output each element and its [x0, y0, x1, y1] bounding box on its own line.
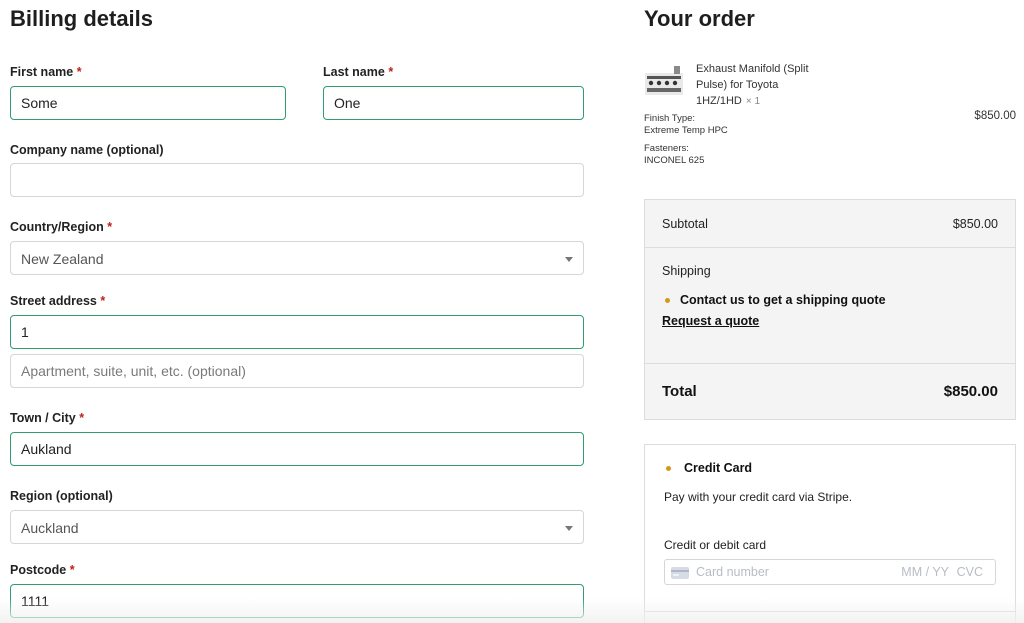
required-mark: *: [388, 65, 394, 79]
expiry-placeholder: MM / YY: [901, 565, 949, 579]
chevron-down-icon: [565, 257, 573, 262]
company-field[interactable]: [10, 163, 584, 197]
total-label: Total: [662, 383, 697, 400]
first-name-field[interactable]: [10, 86, 286, 120]
finish-type-value: Extreme Temp HPC: [644, 125, 728, 136]
billing-title: Billing details: [10, 6, 154, 31]
first-name-label: First name *: [10, 65, 82, 79]
country-label-text: Country/Region: [10, 220, 104, 234]
fasteners-label: Fasteners:: [644, 143, 689, 154]
shipping-message: Contact us to get a shipping quote: [680, 293, 886, 307]
order-totals-box: Subtotal $850.00 Shipping Contact us to …: [644, 199, 1016, 420]
divider: [645, 247, 1015, 248]
city-field[interactable]: [10, 432, 584, 466]
product-quantity: × 1: [745, 96, 761, 107]
order-title: Your order: [644, 6, 755, 31]
divider: [645, 363, 1015, 364]
last-name-field[interactable]: [323, 86, 584, 120]
postcode-label-text: Postcode: [10, 563, 67, 577]
first-name-label-text: First name: [10, 65, 74, 79]
street-input[interactable]: [11, 316, 583, 348]
divider: [645, 611, 1015, 612]
required-mark: *: [100, 294, 106, 308]
city-label-text: Town / City: [10, 411, 76, 425]
last-name-input[interactable]: [324, 87, 583, 119]
last-name-label-text: Last name: [323, 65, 385, 79]
country-label: Country/Region *: [10, 220, 112, 234]
apartment-field[interactable]: [10, 354, 584, 388]
credit-card-method-label[interactable]: Credit Card: [684, 461, 752, 475]
product-thumbnail-icon: [645, 66, 683, 95]
region-selected-value: Auckland: [21, 520, 79, 536]
postcode-field[interactable]: [10, 584, 584, 618]
subtotal-value: $850.00: [952, 217, 998, 231]
total-value: $850.00: [943, 383, 998, 400]
payment-method-box: Credit Card Pay with your credit card vi…: [644, 444, 1016, 623]
card-field-label: Credit or debit card: [664, 538, 767, 552]
product-name: Exhaust Manifold (Split Pulse) for Toyot…: [696, 61, 826, 110]
subtotal-label: Subtotal: [662, 217, 708, 231]
last-name-label: Last name *: [323, 65, 393, 79]
first-name-input[interactable]: [11, 87, 285, 119]
company-label: Company name (optional): [10, 143, 164, 157]
city-label: Town / City *: [10, 411, 84, 425]
street-label-text: Street address: [10, 294, 97, 308]
required-mark: *: [107, 220, 113, 234]
postcode-label: Postcode *: [10, 563, 75, 577]
region-label: Region (optional): [10, 489, 113, 503]
your-order-section: Your order Exhaust Manifold (Split Pulse…: [644, 0, 1016, 623]
fasteners-meta: Fasteners: INCONEL 625: [644, 143, 704, 167]
finish-type-meta: Finish Type: Extreme Temp HPC: [644, 113, 728, 137]
payment-description: Pay with your credit card via Stripe.: [664, 490, 853, 504]
payment-radio-icon[interactable]: [666, 466, 671, 471]
required-mark: *: [69, 563, 75, 577]
country-select[interactable]: New Zealand: [10, 241, 584, 275]
required-mark: *: [76, 65, 82, 79]
billing-details-section: Billing details First name * Last name *…: [0, 0, 600, 623]
credit-card-icon: [671, 567, 689, 579]
street-label: Street address *: [10, 294, 105, 308]
product-price: $850.00: [974, 110, 1016, 122]
region-select[interactable]: Auckland: [10, 510, 584, 544]
card-number-input[interactable]: Card number MM / YY CVC: [664, 559, 996, 585]
city-input[interactable]: [11, 433, 583, 465]
cvc-placeholder: CVC: [956, 565, 983, 579]
country-selected-value: New Zealand: [21, 251, 104, 267]
postcode-input[interactable]: [11, 585, 583, 617]
request-quote-link[interactable]: Request a quote: [662, 314, 759, 328]
card-number-placeholder: Card number: [696, 565, 769, 579]
chevron-down-icon: [565, 526, 573, 531]
apartment-input[interactable]: [11, 355, 583, 387]
required-mark: *: [79, 411, 85, 425]
company-input[interactable]: [11, 164, 583, 196]
shipping-label: Shipping: [662, 264, 711, 278]
street-field[interactable]: [10, 315, 584, 349]
fasteners-value: INCONEL 625: [644, 155, 705, 166]
finish-type-label: Finish Type:: [644, 113, 696, 124]
radio-dot-icon: [665, 298, 670, 303]
